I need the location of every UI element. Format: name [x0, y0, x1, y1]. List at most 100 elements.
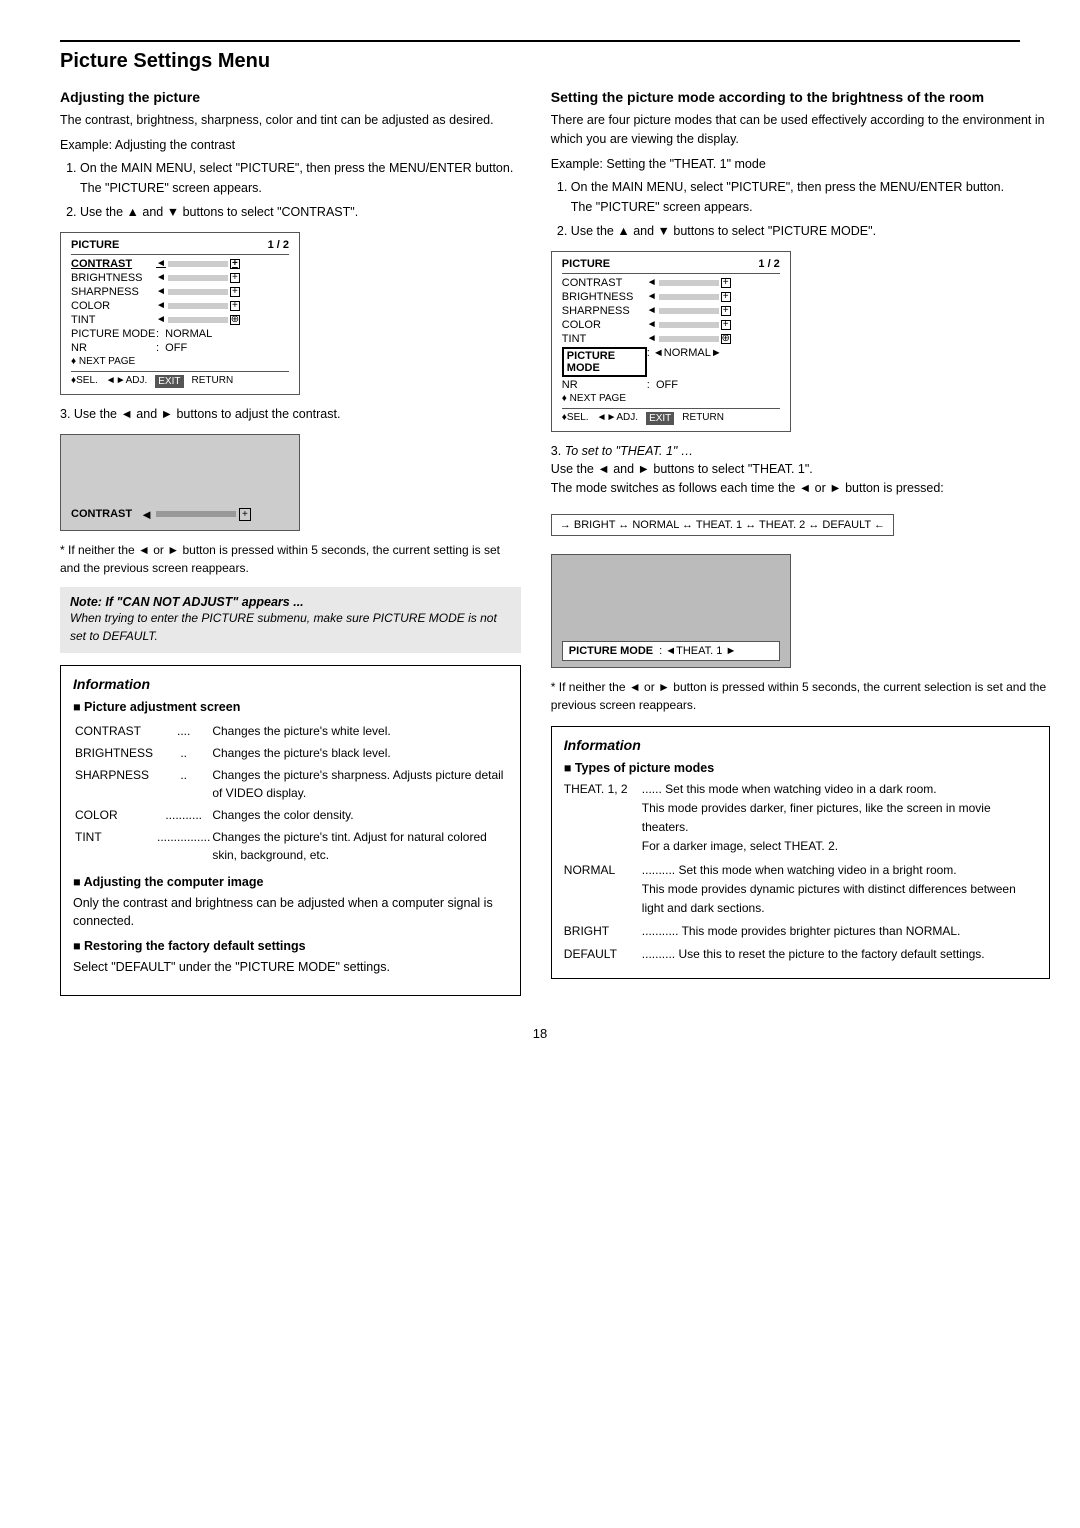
right-step-3-italic: To set to "THEAT. 1" … — [565, 444, 694, 458]
left-step-2: Use the ▲ and ▼ buttons to select "CONTR… — [80, 202, 521, 222]
menu2-text-row-picture-mode: PICTURE MODE : ◄NORMAL► — [562, 347, 780, 377]
page-number: 18 — [60, 1026, 1020, 1041]
contrast-slider: ◄ + — [140, 507, 251, 522]
menu2-row-sharpness: SHARPNESS ◄ + — [562, 305, 780, 317]
slider-left-btn-t: ◄ — [156, 314, 166, 325]
menu-row-label-brightness: BRIGHTNESS — [71, 272, 156, 284]
menu2-label-tint: TINT — [562, 333, 647, 345]
theat-gray-area — [562, 561, 780, 641]
info-dots-contrast: .... — [157, 721, 210, 741]
slider-bar-tint — [168, 317, 228, 323]
plus2-btn-contrast: + — [721, 278, 731, 288]
left-example-label: Example: Adjusting the contrast — [60, 138, 521, 152]
slider-left-btn-b: ◄ — [156, 272, 166, 283]
menu-text-row-nr: NR : OFF — [71, 342, 289, 354]
slider2-tint: ◄ ⊕ — [647, 333, 731, 344]
return-label-2: RETURN — [682, 412, 724, 425]
left-steps-list: On the MAIN MENU, select "PICTURE", then… — [80, 158, 521, 222]
exit-btn-1: EXIT — [155, 375, 183, 388]
menu-adj-label: ◄►ADJ. — [106, 375, 147, 388]
plus-btn-contrast: + — [230, 259, 240, 269]
menu2-next-page: ♦ NEXT PAGE — [562, 393, 780, 404]
page-container: Picture Settings Menu Adjusting the pict… — [60, 40, 1020, 1041]
right-column: Setting the picture mode according to th… — [551, 89, 1050, 996]
left-intro-text: The contrast, brightness, sharpness, col… — [60, 111, 521, 130]
menu-text-label-nr: NR — [71, 342, 156, 354]
info-box-right-title: Information — [564, 737, 1037, 753]
menu-row-tint: TINT ◄ ⊕ — [71, 314, 289, 326]
menu2-row-color: COLOR ◄ + — [562, 319, 780, 331]
contrast-screenshot: CONTRAST ◄ + — [60, 434, 300, 531]
contrast-plus-btn: + — [239, 508, 251, 521]
menu2-row-brightness: BRIGHTNESS ◄ + — [562, 291, 780, 303]
info-row-contrast: CONTRAST .... Changes the picture's whit… — [75, 721, 506, 741]
two-col-layout: Adjusting the picture The contrast, brig… — [60, 89, 1020, 996]
slider-sharpness: ◄ + — [156, 286, 240, 297]
menu-row-label-contrast: CONTRAST — [71, 258, 156, 270]
slider-color: ◄ + — [156, 300, 240, 311]
left-column: Adjusting the picture The contrast, brig… — [60, 89, 521, 996]
right-steps-list: On the MAIN MENU, select "PICTURE", then… — [571, 177, 1050, 241]
info-box-left: Information Picture adjustment screen CO… — [60, 665, 521, 996]
slider-left-btn-s: ◄ — [156, 286, 166, 297]
contrast-slider-btn-left: ◄ — [140, 507, 153, 522]
slider-bar-brightness — [168, 275, 228, 281]
right-step-2: Use the ▲ and ▼ buttons to select "PICTU… — [571, 221, 1050, 241]
theat-bottom: PICTURE MODE : ◄THEAT. 1 ► — [562, 641, 780, 661]
right-step-1: On the MAIN MENU, select "PICTURE", then… — [571, 177, 1050, 217]
right-desc-normal: .......... Set this mode when watching v… — [634, 861, 1037, 919]
info-dots-color: ........... — [157, 805, 210, 825]
slider2-bar-contrast — [659, 280, 719, 286]
menu-row-sharpness: SHARPNESS ◄ + — [71, 286, 289, 298]
right-step-3-label: 3. To set to "THEAT. 1" … Use the ◄ and … — [551, 442, 1050, 498]
menu-text-row-picture-mode: PICTURE MODE : NORMAL — [71, 328, 289, 340]
right-example-label: Example: Setting the "THEAT. 1" mode — [551, 157, 1050, 171]
menu-next-page: ♦ NEXT PAGE — [71, 356, 289, 367]
info-box-left-title: Information — [73, 676, 508, 692]
info-def-sharpness: Changes the picture's sharpness. Adjusts… — [212, 765, 505, 803]
menu2-text-value-picture-mode: : ◄NORMAL► — [647, 347, 722, 377]
info-section-computer: Adjusting the computer image — [73, 875, 508, 889]
slider2-left-btn: ◄ — [647, 277, 657, 288]
info-row-tint: TINT ................ Changes the pictur… — [75, 827, 506, 865]
right-term-theat: THEAT. 1, 2 — [564, 780, 634, 857]
menu2-text-value-nr: : OFF — [647, 379, 678, 391]
menu2-label-brightness: BRIGHTNESS — [562, 291, 647, 303]
left-step-1: On the MAIN MENU, select "PICTURE", then… — [80, 158, 521, 198]
left-asterisk-note: * If neither the ◄ or ► button is presse… — [60, 541, 521, 577]
info-row-color: COLOR ........... Changes the color dens… — [75, 805, 506, 825]
slider-tint: ◄ ⊕ — [156, 314, 240, 325]
info-def-tint: Changes the picture's tint. Adjust for n… — [212, 827, 505, 865]
info-dots-tint: ................ — [157, 827, 210, 865]
theat-value-text: : ◄THEAT. 1 ► — [659, 645, 736, 657]
menu-text-label-picture-mode: PICTURE MODE — [71, 328, 156, 340]
menu-header-1: PICTURE 1 / 2 — [71, 239, 289, 255]
info-section-picture-adj: Picture adjustment screen — [73, 700, 508, 714]
slider2-left-btn-c: ◄ — [647, 319, 657, 330]
right-desc-bright: ........... This mode provides brighter … — [634, 922, 1037, 941]
menu2-sel-label: ♦SEL. — [562, 412, 589, 425]
menu2-text-row-nr: NR : OFF — [562, 379, 780, 391]
info-def-brightness: Changes the picture's black level. — [212, 743, 505, 763]
contrast-bottom: CONTRAST ◄ + — [71, 507, 289, 522]
right-section-heading: Setting the picture mode according to th… — [551, 89, 1050, 105]
slider2-sharpness: ◄ + — [647, 305, 731, 316]
menu2-text-label-nr: NR — [562, 379, 647, 391]
plus-btn-sharpness: + — [230, 287, 240, 297]
info-def-color: Changes the color density. — [212, 805, 505, 825]
theat-label: PICTURE MODE — [569, 645, 653, 657]
left-section-heading: Adjusting the picture — [60, 89, 521, 105]
info-term-sharpness: SHARPNESS — [75, 765, 155, 803]
plus2-btn-tint: ⊕ — [721, 334, 731, 344]
left-step-3: 3. Use the ◄ and ► buttons to adjust the… — [60, 405, 521, 424]
page-title: Picture Settings Menu — [60, 50, 1020, 73]
menu-text-value-picture-mode: : NORMAL — [156, 328, 212, 340]
slider-left-btn: ◄ — [156, 258, 166, 269]
info-term-tint: TINT — [75, 827, 155, 865]
return-label-1: RETURN — [192, 375, 234, 388]
menu-row-label-tint: TINT — [71, 314, 156, 326]
menu2-label-sharpness: SHARPNESS — [562, 305, 647, 317]
slider2-left-btn-b: ◄ — [647, 291, 657, 302]
plus2-btn-color: + — [721, 320, 731, 330]
info-box-right: Information Types of picture modes THEAT… — [551, 726, 1050, 980]
